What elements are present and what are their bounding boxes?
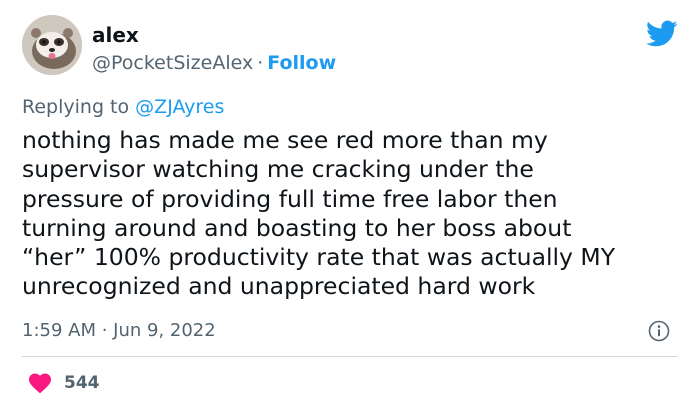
author-handle[interactable]: @PocketSizeAlex — [92, 52, 253, 74]
tweet-text: nothing has made me see red more than my… — [22, 126, 682, 302]
reply-mention-link[interactable]: @ZJAyres — [135, 96, 224, 118]
info-icon[interactable] — [648, 320, 670, 342]
replying-to-label: Replying to — [22, 96, 130, 118]
tweet-text-line: turning around and boasting to her boss … — [22, 213, 572, 242]
author-name[interactable]: alex — [92, 22, 336, 48]
twitter-bird-icon[interactable] — [646, 20, 678, 48]
replying-to: Replying to @ZJAyres — [22, 94, 224, 120]
heart-icon — [28, 372, 52, 394]
like-count: 544 — [64, 373, 100, 393]
avatar[interactable] — [22, 15, 82, 75]
author-block: alex @PocketSizeAlex · Follow — [92, 22, 336, 76]
tweet-text-line: “her” 100% productivity rate that was ac… — [22, 243, 616, 272]
divider — [22, 356, 678, 357]
tweet-text-line: pressure of providing full time free lab… — [22, 184, 558, 213]
tweet-card: alex @PocketSizeAlex · Follow Replying to … — [0, 0, 700, 410]
tweet-text-line: supervisor watching me cracking under th… — [22, 155, 534, 184]
handle-separator: · — [257, 52, 264, 74]
like-button[interactable]: 544 — [28, 370, 100, 396]
tweet-text-line: nothing has made me see red more than my — [22, 126, 548, 154]
tweet-text-line: unrecognized and unappreciated hard work — [22, 272, 536, 301]
follow-button[interactable]: Follow — [267, 52, 336, 74]
tweet-timestamp[interactable]: 1:59 AM · Jun 9, 2022 — [22, 318, 216, 344]
author-handle-line: @PocketSizeAlex · Follow — [92, 50, 336, 76]
